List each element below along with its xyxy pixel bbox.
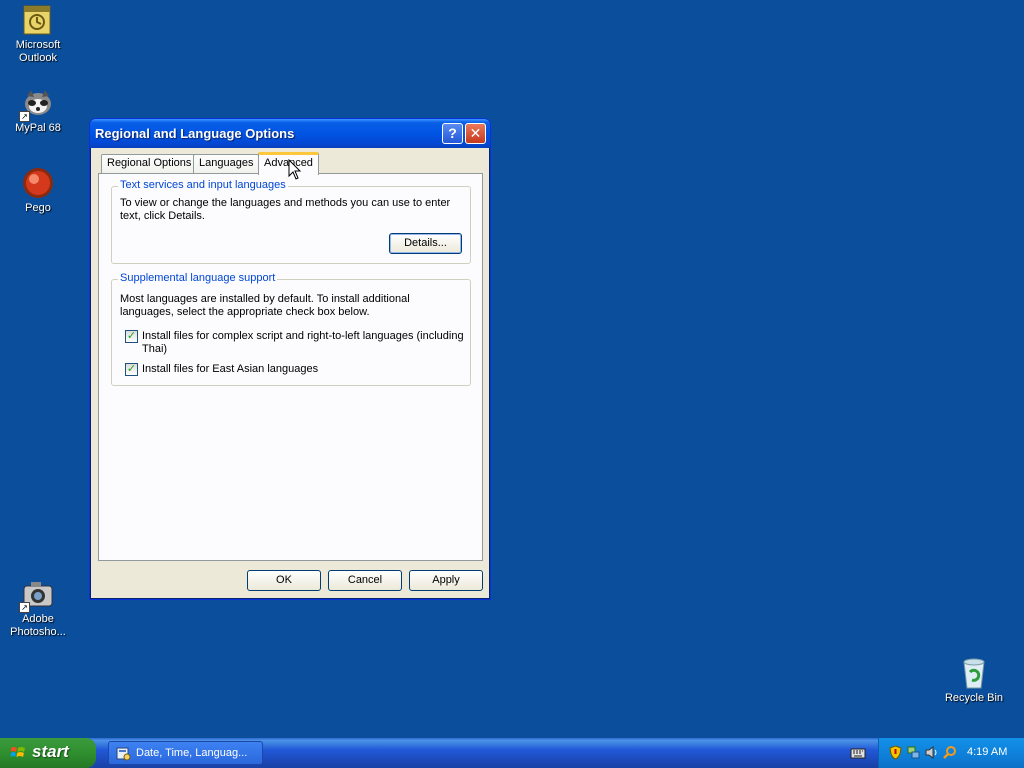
shortcut-arrow-icon: ↗ [19, 602, 30, 613]
checkbox-label: Install files for complex script and rig… [142, 330, 464, 355]
desktop-icon-label: Adobe Photosho... [10, 613, 66, 638]
volume-icon[interactable] [924, 745, 939, 760]
close-icon: ✕ [469, 125, 482, 141]
windows-logo-icon [10, 747, 25, 757]
taskbar: start Date, Time, Languag... 4:19 AM [0, 738, 1024, 768]
desktop-icon-label: Microsoft Outlook [15, 39, 61, 64]
ok-button[interactable]: OK [247, 570, 321, 591]
dialog-client-area: Regional Options Languages Advanced Text… [93, 148, 487, 596]
group-title: Supplemental language support [118, 272, 278, 284]
tab-languages[interactable]: Languages [193, 154, 260, 174]
start-label: start [32, 742, 69, 761]
keyboard-icon[interactable] [850, 746, 866, 760]
network-icon[interactable] [906, 745, 921, 760]
start-button[interactable]: start [0, 738, 96, 768]
outlook-icon [21, 3, 55, 37]
shortcut-arrow-icon: ↗ [19, 111, 30, 122]
desktop-icon-label: Pego [25, 202, 51, 214]
system-tray: 4:19 AM [878, 738, 1024, 768]
clock: 4:19 AM [967, 746, 1008, 758]
window-title: Regional and Language Options [95, 126, 295, 141]
cancel-button[interactable]: Cancel [328, 570, 402, 591]
security-shield-icon[interactable] [888, 745, 903, 760]
group-title: Text services and input languages [118, 179, 288, 191]
text-services-description: To view or change the languages and meth… [120, 197, 451, 222]
supplemental-description: Most languages are installed by default.… [120, 293, 410, 318]
desktop-icon-mypal[interactable]: ↗ MyPal 68 [0, 86, 76, 135]
supplemental-language-group: Supplemental language support Most langu… [111, 272, 471, 386]
photoshop-icon: ↗ [19, 577, 55, 613]
taskbar-item-label: Date, Time, Languag... [136, 747, 248, 759]
details-button[interactable]: Details... [389, 233, 462, 254]
desktop-icon-pego[interactable]: Pego [0, 166, 76, 215]
mouse-cursor-icon [288, 159, 302, 180]
mypal-icon: ↗ [19, 86, 55, 122]
help-button[interactable]: ? [442, 123, 463, 144]
control-panel-icon [116, 747, 131, 761]
search-icon[interactable] [942, 745, 957, 760]
pego-icon [21, 166, 55, 200]
checkbox-label: Install files for East Asian languages [142, 363, 319, 375]
title-bar[interactable]: Regional and Language Options ? ✕ [90, 119, 490, 148]
recycle-bin-icon [957, 656, 991, 690]
text-services-group: Text services and input languages To vie… [111, 179, 471, 264]
close-button[interactable]: ✕ [465, 123, 486, 144]
tab-page-advanced: Text services and input languages To vie… [98, 173, 483, 561]
tab-regional-options[interactable]: Regional Options [101, 154, 198, 174]
complex-script-checkbox[interactable]: ✓ [125, 330, 138, 343]
desktop-icon-outlook[interactable]: Microsoft Outlook [0, 3, 76, 65]
desktop-icon-recycle-bin[interactable]: Recycle Bin [936, 656, 1012, 705]
regional-language-options-dialog: Regional and Language Options ? ✕ Region… [89, 118, 491, 600]
desktop-icon-label: Recycle Bin [944, 692, 1004, 704]
taskbar-item-date-time-language[interactable]: Date, Time, Languag... [108, 741, 263, 765]
help-icon: ? [448, 125, 457, 141]
complex-script-option[interactable]: ✓ Install files for complex script and r… [125, 330, 465, 356]
desktop-icon-label: MyPal 68 [15, 122, 61, 134]
east-asian-checkbox[interactable]: ✓ [125, 363, 138, 376]
east-asian-option[interactable]: ✓ Install files for East Asian languages [125, 363, 465, 377]
apply-button[interactable]: Apply [409, 570, 483, 591]
desktop-icon-photoshop[interactable]: ↗ Adobe Photosho... [0, 577, 76, 639]
